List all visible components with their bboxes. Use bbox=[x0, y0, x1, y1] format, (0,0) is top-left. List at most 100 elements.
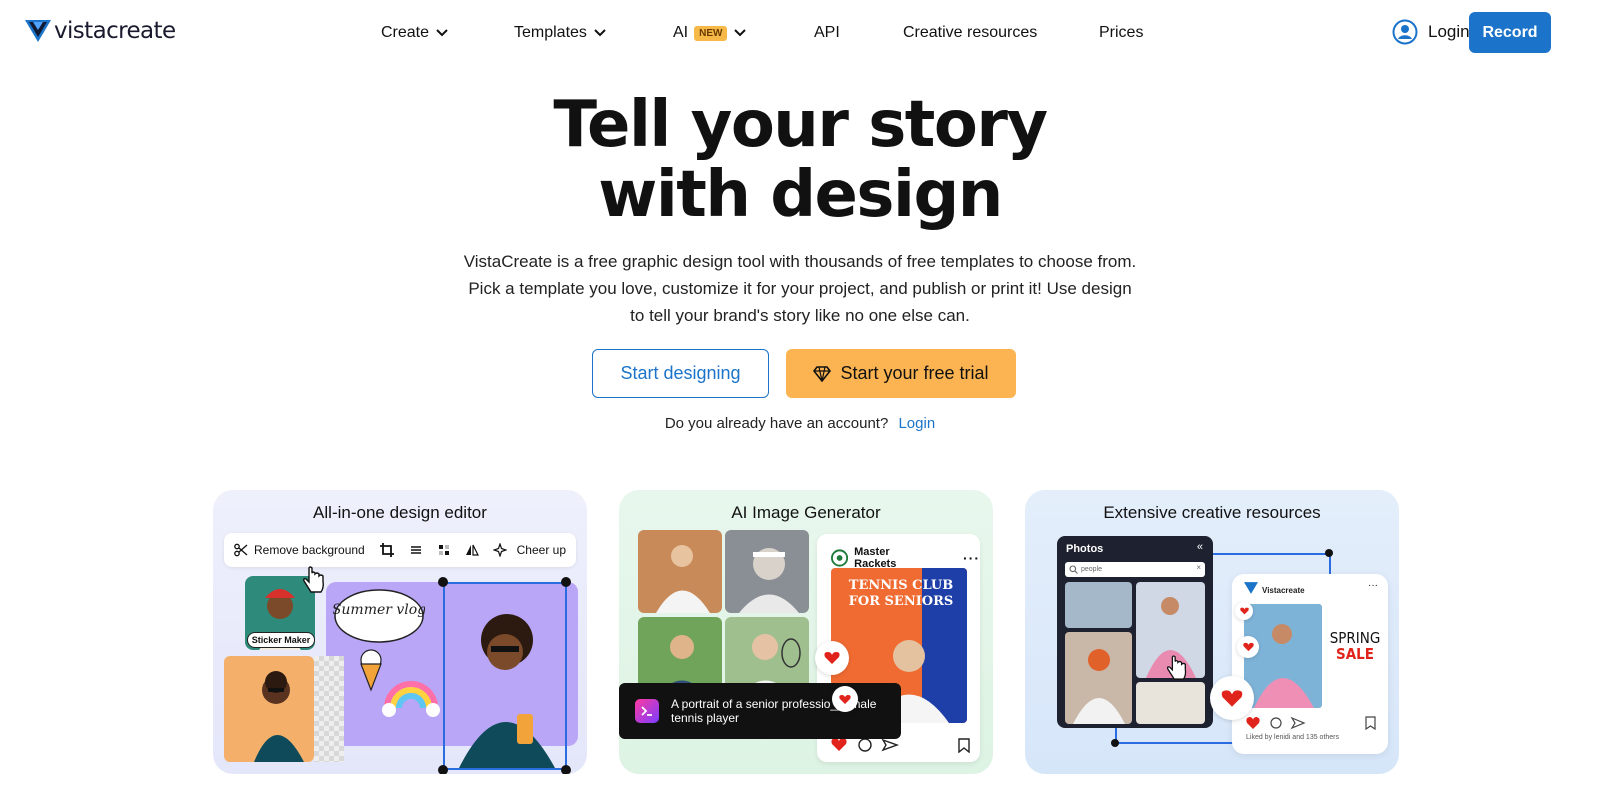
like-bubble bbox=[1235, 602, 1253, 620]
heart-icon bbox=[839, 694, 851, 704]
cursor-hand-icon bbox=[303, 566, 324, 593]
header-login-link[interactable]: Login bbox=[1392, 19, 1470, 45]
hero-desc-line1: VistaCreate is a free graphic design too… bbox=[463, 252, 1137, 271]
cheer-up-tool[interactable]: Cheer up bbox=[517, 543, 566, 557]
poster-title: TENNIS CLUB FOR SENIORS bbox=[848, 578, 954, 609]
hero-desc-line3: to tell your brand's story like no one e… bbox=[630, 306, 970, 325]
feature-card-editor[interactable]: All-in-one design editor Remove backgrou… bbox=[213, 490, 587, 774]
like-bubble bbox=[1237, 636, 1259, 658]
generated-photo bbox=[638, 530, 722, 613]
connector-node bbox=[1325, 549, 1333, 557]
bookmark-icon bbox=[1365, 716, 1376, 730]
summer-vlog-sticker: Summer vlog bbox=[333, 589, 425, 643]
feature-card-creative-resources[interactable]: Extensive creative resources Photos « pe… bbox=[1025, 490, 1399, 774]
feature-card-ai-generator[interactable]: AI Image Generator Master Rackets ··· TE… bbox=[619, 490, 993, 774]
site-header: vistacreate Create Templates AI NEW API … bbox=[0, 0, 1600, 64]
heart-icon bbox=[1246, 717, 1260, 729]
post-brand-name: Vistacreate bbox=[1262, 586, 1305, 595]
hero-description: VistaCreate is a free graphic design too… bbox=[400, 248, 1200, 329]
chevron-down-icon bbox=[734, 29, 747, 37]
heart-icon bbox=[1239, 607, 1249, 615]
spring-sale-photo bbox=[1244, 604, 1322, 708]
card-title-ai: AI Image Generator bbox=[731, 503, 881, 522]
vistacreate-logo-icon bbox=[25, 20, 51, 42]
like-bubble bbox=[815, 641, 849, 675]
more-options-icon[interactable]: ··· bbox=[1368, 580, 1378, 591]
summer-vlog-text: Summer vlog bbox=[333, 602, 425, 618]
vistacreate-logo-icon bbox=[1244, 582, 1258, 594]
nav-templates[interactable]: Templates bbox=[514, 22, 606, 44]
nav-api[interactable]: API bbox=[814, 22, 840, 44]
spring-sale-headline: SPRING SALE bbox=[1328, 630, 1382, 662]
bookmark-icon bbox=[958, 738, 970, 753]
crop-icon[interactable] bbox=[379, 542, 395, 558]
connector-line bbox=[1213, 553, 1331, 555]
sparkle-icon[interactable] bbox=[492, 543, 507, 557]
header-login-label: Login bbox=[1428, 22, 1470, 41]
start-free-trial-button[interactable]: Start your free trial bbox=[786, 349, 1016, 398]
hero-title: Tell your story with design bbox=[0, 90, 1600, 230]
brand-name: vistacreate bbox=[54, 18, 176, 44]
hero-title-line2: with design bbox=[598, 158, 1003, 232]
remove-background-label: Remove background bbox=[254, 543, 365, 557]
diamond-icon bbox=[813, 365, 832, 382]
selection-box[interactable] bbox=[443, 582, 567, 770]
remove-background-tool[interactable]: Remove background bbox=[234, 543, 365, 557]
liked-by-text: Liked by lenidi and 135 others bbox=[1246, 734, 1340, 741]
hero-desc-line2: Pick a template you love, customize it f… bbox=[468, 279, 1132, 298]
account-question: Do you already have an account? bbox=[664, 415, 889, 432]
like-bubble bbox=[832, 686, 858, 712]
brand-logo[interactable]: vistacreate bbox=[25, 18, 176, 44]
photo-tile[interactable] bbox=[1136, 682, 1205, 724]
post-actions bbox=[831, 738, 970, 753]
nav-create-label: Create bbox=[381, 24, 430, 41]
cursor-hand-icon bbox=[1166, 655, 1187, 680]
nav-ai[interactable]: AI NEW bbox=[673, 22, 747, 44]
heart-icon bbox=[824, 652, 840, 664]
start-designing-button[interactable]: Start designing bbox=[592, 349, 769, 398]
heart-icon bbox=[1242, 642, 1254, 652]
connector-node bbox=[1111, 739, 1119, 747]
transparency-icon[interactable] bbox=[437, 543, 451, 557]
new-badge: NEW bbox=[694, 25, 728, 41]
photo-tile[interactable] bbox=[1065, 582, 1132, 628]
nav-creative-resources-label: Creative resources bbox=[903, 24, 1038, 41]
comment-icon bbox=[858, 738, 872, 752]
photos-panel-title: Photos bbox=[1066, 543, 1104, 555]
sticker-maker-label: Sticker Maker bbox=[247, 632, 315, 648]
account-login-link[interactable]: Login bbox=[898, 415, 935, 432]
like-bubble bbox=[1210, 676, 1254, 720]
nav-prices[interactable]: Prices bbox=[1099, 22, 1143, 44]
scissors-icon bbox=[234, 543, 248, 557]
clear-icon[interactable]: × bbox=[1196, 563, 1201, 572]
comment-icon bbox=[1270, 717, 1282, 729]
photos-search-input[interactable]: people × bbox=[1065, 562, 1205, 577]
share-icon bbox=[881, 738, 900, 752]
sale-text: SALE bbox=[1336, 645, 1374, 663]
align-icon[interactable] bbox=[409, 543, 423, 557]
generated-photo bbox=[725, 530, 809, 613]
nav-create[interactable]: Create bbox=[381, 22, 448, 44]
collapse-icon[interactable]: « bbox=[1197, 541, 1203, 553]
user-circle-icon bbox=[1392, 19, 1418, 45]
chevron-down-icon bbox=[594, 29, 606, 37]
editor-toolbar: Remove background Cheer up bbox=[224, 533, 576, 567]
ai-prompt-box[interactable]: A portrait of a senior professio___male … bbox=[619, 683, 901, 739]
ai-prompt-text: A portrait of a senior professio___male … bbox=[671, 697, 877, 725]
rainbow-sticker bbox=[382, 681, 440, 717]
record-button[interactable]: Record bbox=[1469, 12, 1551, 53]
heart-icon bbox=[831, 738, 847, 751]
resize-handle[interactable] bbox=[561, 765, 571, 774]
nav-creative-resources[interactable]: Creative resources bbox=[903, 22, 1037, 44]
resize-handle[interactable] bbox=[438, 577, 448, 587]
photos-search-value: people bbox=[1081, 566, 1103, 573]
resize-handle[interactable] bbox=[438, 765, 448, 774]
terminal-icon bbox=[635, 699, 659, 723]
card-title-editor: All-in-one design editor bbox=[313, 503, 487, 522]
more-options-icon[interactable]: ··· bbox=[963, 550, 980, 566]
flip-icon[interactable] bbox=[465, 543, 479, 557]
spring-sale-post: Vistacreate ··· SPRING SALE Liked by len… bbox=[1232, 574, 1388, 754]
resize-handle[interactable] bbox=[561, 577, 571, 587]
photo-tile[interactable] bbox=[1065, 632, 1132, 724]
post-account-name: Master Rackets bbox=[854, 546, 897, 570]
